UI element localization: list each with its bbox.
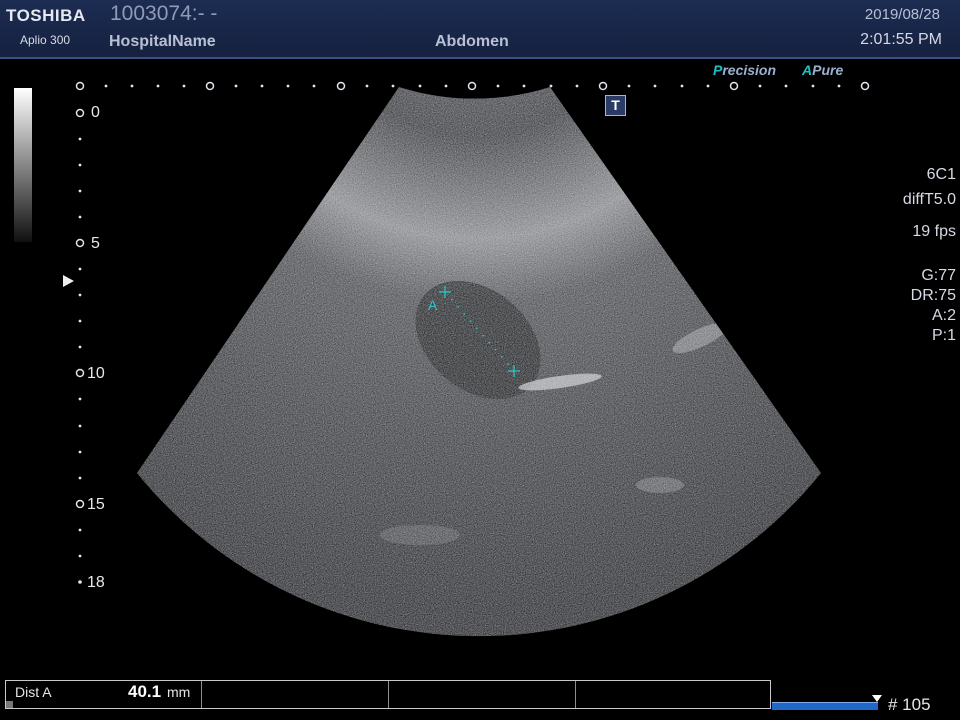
caliper-label: A <box>428 297 438 313</box>
measurement-name: Dist A <box>15 684 52 700</box>
depth-label-10: 10 <box>87 365 105 382</box>
measurement-cell-empty[interactable] <box>576 681 770 708</box>
depth-label-0: 0 <box>91 104 100 121</box>
frame-rate: 19 fps <box>912 223 956 240</box>
dynamic-range-value: DR:75 <box>910 287 956 304</box>
measurement-cell[interactable]: Dist A 40.1 mm <box>6 681 202 708</box>
depth-label-5: 5 <box>91 235 100 252</box>
p-value: P:1 <box>931 327 956 344</box>
gain-value: G:77 <box>921 267 956 284</box>
measurement-table: Dist A 40.1 mm <box>5 680 771 709</box>
focus-marker-icon[interactable] <box>63 275 74 287</box>
measurement-cell-empty[interactable] <box>202 681 389 708</box>
depth-label-18: 18 <box>87 574 105 591</box>
tgc-icon[interactable]: T <box>605 95 626 116</box>
frame-number: # 105 <box>888 695 931 714</box>
cine-marker-icon[interactable] <box>872 695 882 702</box>
measurement-cell-empty[interactable] <box>389 681 576 708</box>
harmonic-mode: diffT5.0 <box>902 191 956 208</box>
depth-label-15: 15 <box>87 496 105 513</box>
measurement-unit: mm <box>167 684 191 700</box>
a-value: A:2 <box>931 307 956 324</box>
measurement-value: 40.1 <box>128 682 162 701</box>
table-corner-marker <box>6 701 13 708</box>
transducer-name: 6C1 <box>926 166 956 183</box>
cine-progress-bar[interactable] <box>772 702 878 710</box>
ultrasound-image <box>75 81 870 637</box>
